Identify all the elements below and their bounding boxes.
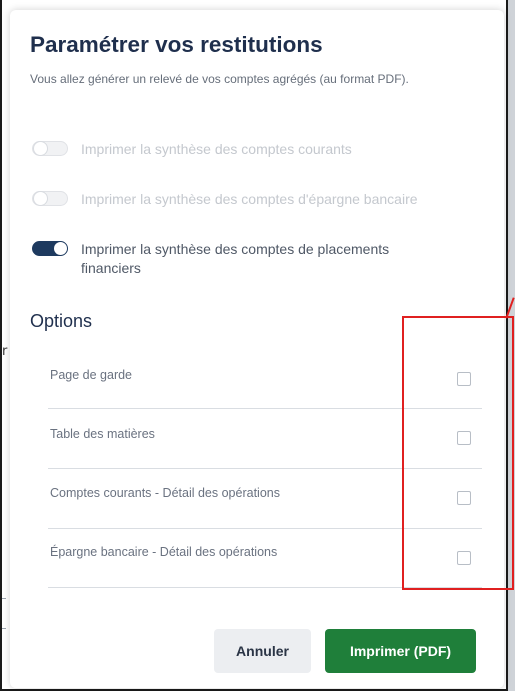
dialog-subtitle: Vous allez générer un relevé de vos comp… <box>30 72 409 86</box>
toggle-label: Imprimer la synthèse des comptes courant… <box>81 141 352 157</box>
background-text-fragment: r <box>2 344 8 359</box>
toggle-switch[interactable] <box>32 191 68 206</box>
options-heading: Options <box>30 311 93 331</box>
background-divider <box>2 628 6 629</box>
toggle-row-placements-financiers[interactable]: Imprimer la synthèse des comptes de plac… <box>32 240 472 278</box>
toggle-switch[interactable] <box>32 241 68 256</box>
toggle-knob <box>33 191 48 206</box>
print-pdf-button[interactable]: Imprimer (PDF) <box>325 629 476 673</box>
cancel-button[interactable]: Annuler <box>214 629 311 673</box>
option-label: Page de garde <box>50 368 133 382</box>
toggle-knob <box>54 242 67 255</box>
toggle-switch[interactable] <box>32 141 68 156</box>
toggle-knob <box>33 141 48 156</box>
dialog-title: Paramétrer vos restitutions <box>30 32 323 57</box>
toggle-label: Imprimer la synthèse des comptes d'éparg… <box>81 191 418 207</box>
toggle-label: Imprimer la synthèse des comptes de plac… <box>81 241 390 276</box>
toggle-row-comptes-courants[interactable]: Imprimer la synthèse des comptes courant… <box>32 140 352 159</box>
background-divider <box>2 598 6 599</box>
option-label: Table des matières <box>50 427 155 441</box>
option-label: Comptes courants - Détail des opérations <box>50 486 280 500</box>
toggle-row-epargne-bancaire[interactable]: Imprimer la synthèse des comptes d'éparg… <box>32 190 418 209</box>
option-label: Épargne bancaire - Détail des opérations <box>50 545 278 559</box>
highlight-annotation-box <box>402 316 514 590</box>
